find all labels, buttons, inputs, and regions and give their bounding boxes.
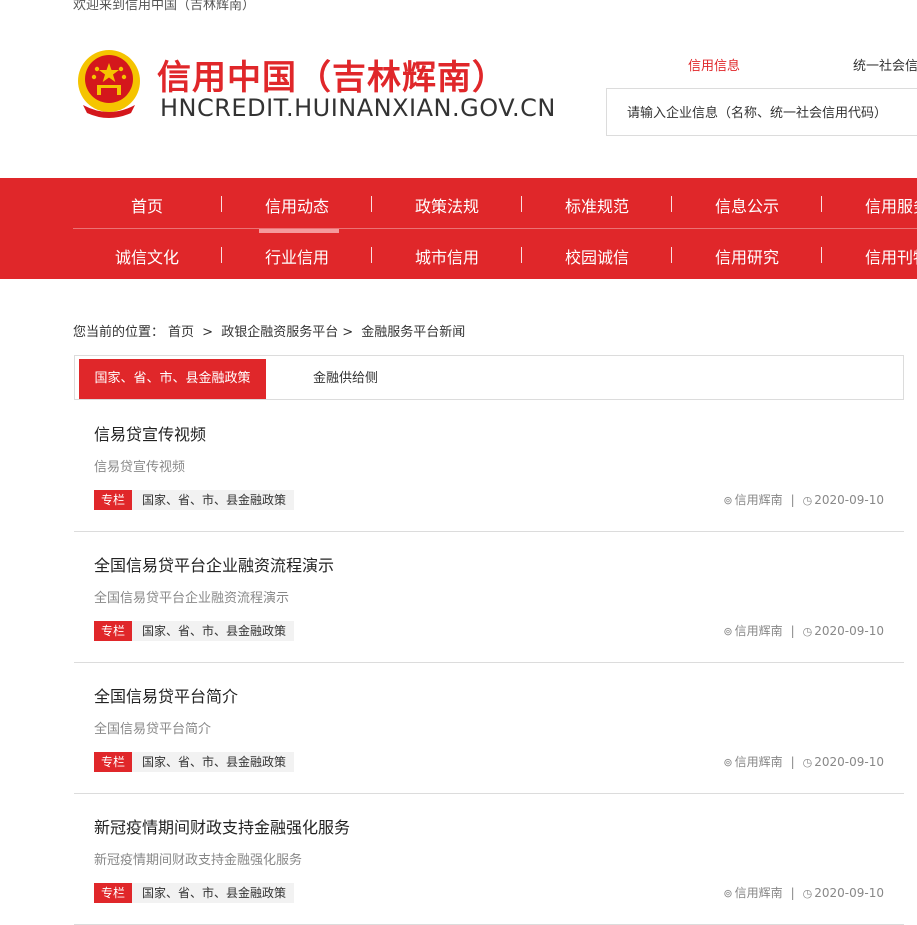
news-meta: ⊚ 信用辉南 | ◷ 2020-09-10 bbox=[723, 883, 884, 903]
clock-icon: ◷ bbox=[802, 494, 813, 507]
tab-financial-policy[interactable]: 国家、省、市、县金融政策 bbox=[79, 359, 266, 399]
meta-separator: | bbox=[790, 493, 795, 507]
clock-icon: ◷ bbox=[802, 625, 813, 638]
news-category[interactable]: 国家、省、市、县金融政策 bbox=[132, 621, 295, 641]
breadcrumb-separator: > bbox=[202, 325, 214, 340]
news-item[interactable]: 新冠疫情期间财政支持金融强化服务 新冠疫情期间财政支持金融强化服务 专栏 国家、… bbox=[74, 793, 904, 925]
news-item[interactable]: 全国信易贷平台企业融资流程演示 全国信易贷平台企业融资流程演示 专栏 国家、省、… bbox=[74, 531, 904, 663]
source-icon: ⊚ bbox=[723, 887, 733, 900]
nav-separator bbox=[671, 247, 672, 263]
source-icon: ⊚ bbox=[723, 494, 733, 507]
news-date: 2020-09-10 bbox=[814, 493, 884, 507]
news-title[interactable]: 全国信易贷平台企业融资流程演示 bbox=[94, 552, 334, 576]
tab-financial-supply-side[interactable]: 金融供给侧 bbox=[313, 359, 378, 399]
nav-separator bbox=[671, 196, 672, 212]
breadcrumb-home[interactable]: 首页 bbox=[168, 325, 194, 340]
news-item[interactable]: 信易贷宣传视频 信易贷宣传视频 专栏 国家、省、市、县金融政策 ⊚ 信用辉南 | ◷ 2… bbox=[74, 400, 904, 532]
nav-separator bbox=[521, 196, 522, 212]
news-category[interactable]: 国家、省、市、县金融政策 bbox=[132, 883, 295, 903]
meta-separator: | bbox=[790, 886, 795, 900]
news-title[interactable]: 全国信易贷平台简介 bbox=[94, 683, 238, 707]
meta-separator: | bbox=[790, 755, 795, 769]
nav-separator bbox=[371, 247, 372, 263]
welcome-text: 欢迎来到信用中国（吉林辉南） bbox=[73, 0, 256, 13]
breadcrumb-separator: > bbox=[342, 325, 354, 340]
breadcrumb: 您当前的位置： 首页 > 政银企融资服务平台 > 金融服务平台新闻 bbox=[73, 321, 469, 340]
column-tag: 专栏 bbox=[94, 883, 132, 903]
nav-item-credit-service[interactable]: 信用服务 bbox=[822, 193, 917, 217]
nav-item-credit-publication[interactable]: 信用刊物 bbox=[822, 244, 917, 268]
news-summary: 新冠疫情期间财政支持金融强化服务 bbox=[94, 853, 303, 868]
news-meta: ⊚ 信用辉南 | ◷ 2020-09-10 bbox=[723, 490, 884, 510]
news-date: 2020-09-10 bbox=[814, 755, 884, 769]
news-title[interactable]: 信易贷宣传视频 bbox=[94, 421, 206, 445]
column-tag: 专栏 bbox=[94, 752, 132, 772]
nav-item-industry-credit[interactable]: 行业信用 bbox=[222, 244, 372, 268]
category-tabs: 国家、省、市、县金融政策 金融供给侧 bbox=[74, 355, 904, 400]
nav-item-home[interactable]: 首页 bbox=[72, 193, 222, 217]
news-date: 2020-09-10 bbox=[814, 886, 884, 900]
nav-separator bbox=[221, 196, 222, 212]
nav-item-disclosure[interactable]: 信息公示 bbox=[672, 193, 822, 217]
breadcrumb-prefix: 您当前的位置： bbox=[73, 325, 165, 340]
news-summary: 信易贷宣传视频 bbox=[94, 460, 186, 475]
source-icon: ⊚ bbox=[723, 756, 733, 769]
nav-separator bbox=[521, 247, 522, 263]
top-link-credit-info[interactable]: 信用信息 bbox=[688, 55, 740, 74]
site-domain: HNCREDIT.HUINANXIAN.GOV.CN bbox=[160, 94, 556, 122]
column-tag: 专栏 bbox=[94, 621, 132, 641]
news-summary: 全国信易贷平台企业融资流程演示 bbox=[94, 591, 290, 606]
national-emblem-icon bbox=[78, 50, 140, 118]
nav-divider bbox=[73, 228, 917, 229]
clock-icon: ◷ bbox=[802, 756, 813, 769]
clock-icon: ◷ bbox=[802, 887, 813, 900]
nav-item-campus-integrity[interactable]: 校园诚信 bbox=[522, 244, 672, 268]
news-title[interactable]: 新冠疫情期间财政支持金融强化服务 bbox=[94, 814, 350, 838]
breadcrumb-current[interactable]: 金融服务平台新闻 bbox=[361, 325, 465, 340]
nav-active-indicator bbox=[259, 229, 339, 233]
news-source: 信用辉南 bbox=[734, 493, 783, 507]
nav-item-standards[interactable]: 标准规范 bbox=[522, 193, 672, 217]
news-category[interactable]: 国家、省、市、县金融政策 bbox=[132, 490, 295, 510]
nav-separator bbox=[221, 247, 222, 263]
main-nav: 首页 信用动态 政策法规 标准规范 信息公示 信用服务 诚信文化 行业信用 城市… bbox=[0, 178, 917, 279]
news-meta: ⊚ 信用辉南 | ◷ 2020-09-10 bbox=[723, 752, 884, 772]
news-meta: ⊚ 信用辉南 | ◷ 2020-09-10 bbox=[723, 621, 884, 641]
news-source: 信用辉南 bbox=[734, 886, 783, 900]
meta-separator: | bbox=[790, 624, 795, 638]
news-item[interactable]: 全国信易贷平台简介 全国信易贷平台简介 专栏 国家、省、市、县金融政策 ⊚ 信用辉… bbox=[74, 662, 904, 794]
nav-separator bbox=[371, 196, 372, 212]
nav-separator bbox=[821, 196, 822, 212]
news-summary: 全国信易贷平台简介 bbox=[94, 722, 212, 737]
nav-item-credit-news[interactable]: 信用动态 bbox=[222, 193, 372, 217]
search-input[interactable] bbox=[607, 89, 917, 137]
search-box[interactable] bbox=[606, 88, 917, 137]
nav-item-integrity-culture[interactable]: 诚信文化 bbox=[72, 244, 222, 268]
source-icon: ⊚ bbox=[723, 625, 733, 638]
news-date: 2020-09-10 bbox=[814, 624, 884, 638]
top-link-uscc[interactable]: 统一社会信 bbox=[853, 55, 917, 74]
news-source: 信用辉南 bbox=[734, 624, 783, 638]
nav-item-city-credit[interactable]: 城市信用 bbox=[372, 244, 522, 268]
breadcrumb-platform[interactable]: 政银企融资服务平台 bbox=[221, 325, 338, 340]
nav-item-credit-research[interactable]: 信用研究 bbox=[672, 244, 822, 268]
news-source: 信用辉南 bbox=[734, 755, 783, 769]
nav-separator bbox=[821, 247, 822, 263]
news-category[interactable]: 国家、省、市、县金融政策 bbox=[132, 752, 295, 772]
column-tag: 专栏 bbox=[94, 490, 132, 510]
nav-item-policy[interactable]: 政策法规 bbox=[372, 193, 522, 217]
site-name: 信用中国（吉林辉南） bbox=[157, 58, 507, 98]
